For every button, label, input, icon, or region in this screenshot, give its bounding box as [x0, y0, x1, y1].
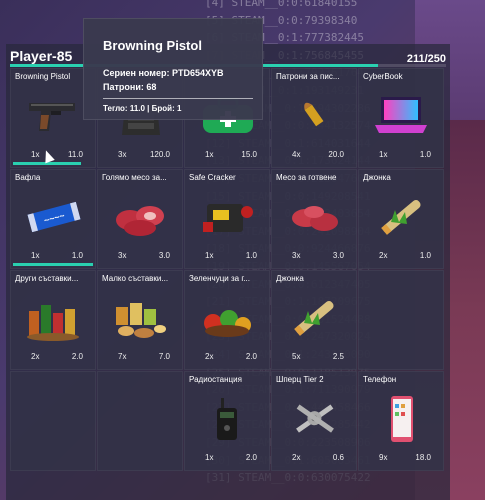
slot-item-name: Вафла	[15, 173, 41, 182]
slot-item-name: Малко съставки...	[102, 274, 169, 283]
inventory-slot[interactable]: CyberBook 1x 1.0	[358, 68, 444, 168]
inventory-slot[interactable]: Safe Cracker 1x 1.0	[184, 169, 270, 269]
slot-item-count: 2x	[379, 251, 388, 260]
slot-item-weight: 1.0	[71, 251, 83, 260]
slot-item-name: Джонка	[276, 274, 304, 283]
inventory-grid: Browning Pistol 1x 11.0 3x 120.0 1x 15.0 Патрон…	[10, 68, 446, 471]
slot-item-name: Телефон	[363, 375, 397, 384]
slot-item-weight: 1.0	[419, 150, 431, 159]
inventory-slot[interactable]: Месо за готвене 3x 3.0	[271, 169, 357, 269]
inventory-slot[interactable]: Голямо месо за... 3x 3.0	[97, 169, 183, 269]
slot-item-name: Патрони за пис...	[276, 72, 340, 81]
slot-item-weight: 1.0	[419, 251, 431, 260]
slot-item-count: 3x	[292, 251, 301, 260]
inventory-slot[interactable]	[358, 270, 444, 370]
player-name: Player-85	[10, 48, 73, 64]
inventory-slot[interactable]: Радиостанция 1x 2.0	[184, 371, 270, 471]
inventory-slot[interactable]: Патрони за пис... 4x 20.0	[271, 68, 357, 168]
inventory-slot[interactable]: Други съставки... 2x 2.0	[10, 270, 96, 370]
inventory-slot[interactable]: Телефон 9x 18.0	[358, 371, 444, 471]
item-tooltip: Browning Pistol Сериен номер: PTD654XYB …	[83, 18, 263, 120]
slot-item-count: 3x	[118, 150, 127, 159]
phone-icon	[371, 394, 433, 444]
slot-item-weight: 2.0	[71, 352, 83, 361]
pistol-icon	[23, 91, 85, 141]
tooltip-serial: Сериен номер: PTD654XYB	[103, 68, 224, 78]
tooltip-divider	[103, 98, 253, 99]
slot-item-weight: 18.0	[415, 453, 431, 462]
slot-item-weight: 2.5	[332, 352, 344, 361]
tooltip-footer: Тегло: 11.0 | Брой: 1	[103, 104, 182, 113]
slot-item-name: Browning Pistol	[15, 72, 71, 81]
slot-item-weight: 2.0	[245, 453, 257, 462]
slot-item-name: Зеленчуци за г...	[189, 274, 250, 283]
joint-icon	[371, 192, 433, 242]
inventory-slot[interactable]: Джонка 5x 2.5	[271, 270, 357, 370]
slot-item-weight: 2.0	[245, 352, 257, 361]
slot-item-name: CyberBook	[363, 72, 403, 81]
radio-icon	[197, 394, 259, 444]
slot-item-weight: 0.6	[332, 453, 344, 462]
slot-item-count: 5x	[292, 352, 301, 361]
laptop-icon	[371, 91, 433, 141]
slot-item-weight: 3.0	[332, 251, 344, 260]
slot-item-count: 1x	[31, 251, 40, 260]
slot-item-count: 9x	[379, 453, 388, 462]
wafer-icon: ~~~~	[23, 192, 85, 242]
slot-item-count: 2x	[205, 352, 214, 361]
raw-meat-icon	[284, 192, 346, 242]
slot-item-name: Месо за готвене	[276, 173, 337, 182]
inventory-slot[interactable]: Джонка 2x 1.0	[358, 169, 444, 269]
inventory-slot[interactable]: Шперц Tier 2 2x 0.6	[271, 371, 357, 471]
slot-item-count: 3x	[118, 251, 127, 260]
tooltip-ammo: Патрони: 68	[103, 82, 157, 92]
slot-item-name: Шперц Tier 2	[276, 375, 324, 384]
slot-item-count: 1x	[205, 150, 214, 159]
slot-item-count: 2x	[31, 352, 40, 361]
slot-item-count: 1x	[31, 150, 40, 159]
slot-item-name: Други съставки...	[15, 274, 79, 283]
vegetables-icon	[197, 293, 259, 343]
ammo-icon	[284, 91, 346, 141]
inventory-slot[interactable]	[10, 371, 96, 471]
slot-item-count: 1x	[205, 251, 214, 260]
inventory-slot[interactable]: Малко съставки... 7x 7.0	[97, 270, 183, 370]
player-list-line: [4] STEAM__0:0:61840155	[205, 0, 358, 9]
slot-item-count: 2x	[292, 453, 301, 462]
slot-item-count: 1x	[379, 150, 388, 159]
ingredients-icon	[23, 293, 85, 343]
slot-item-weight: 15.0	[241, 150, 257, 159]
safecracker-icon	[197, 192, 259, 242]
slot-item-count: 7x	[118, 352, 127, 361]
joint-icon	[284, 293, 346, 343]
slot-item-name: Джонка	[363, 173, 391, 182]
inventory-slot[interactable]	[97, 371, 183, 471]
slot-item-count: 4x	[292, 150, 301, 159]
small-ingredients-icon	[110, 293, 172, 343]
inventory-slot[interactable]: Вафла ~~~~ 1x 1.0	[10, 169, 96, 269]
lockpick-icon	[284, 394, 346, 444]
slot-item-count: 1x	[205, 453, 214, 462]
slot-item-name: Голямо месо за...	[102, 173, 167, 182]
slot-item-name: Safe Cracker	[189, 173, 236, 182]
meat-icon	[110, 192, 172, 242]
slot-item-weight: 7.0	[158, 352, 170, 361]
slot-item-weight: 1.0	[245, 251, 257, 260]
slot-item-weight: 11.0	[68, 150, 83, 159]
inventory-slot[interactable]: Зеленчуци за г... 2x 2.0	[184, 270, 270, 370]
tooltip-title: Browning Pistol	[103, 38, 202, 53]
slot-item-weight: 3.0	[158, 251, 170, 260]
slot-item-name: Радиостанция	[189, 375, 242, 384]
slot-item-weight: 20.0	[328, 150, 344, 159]
slot-item-weight: 120.0	[149, 150, 170, 159]
slot-durability-bar	[13, 263, 93, 266]
